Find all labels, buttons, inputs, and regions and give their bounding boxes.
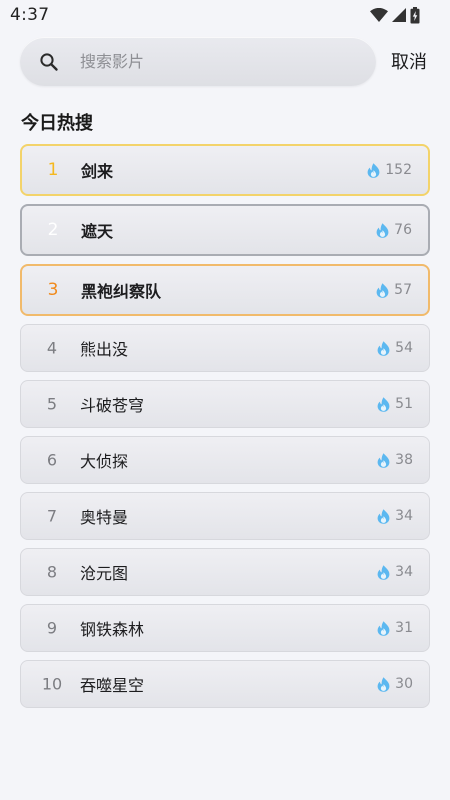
movie-title: 钢铁森林	[80, 620, 145, 639]
status-bar: 4:37	[0, 0, 450, 30]
movie-title: 斗破苍穹	[80, 396, 145, 415]
rank-number: 2	[47, 220, 59, 240]
flame-icon	[377, 340, 390, 356]
movie-title: 奥特曼	[80, 508, 129, 527]
rank-number: 4	[46, 338, 58, 358]
wifi-icon	[370, 8, 388, 22]
heat-indicator: 34	[377, 508, 413, 524]
heat-count: 57	[394, 282, 412, 298]
movie-title: 大侦探	[80, 452, 129, 471]
flame-icon	[377, 396, 390, 412]
heat-indicator: 34	[377, 564, 413, 580]
rank-number: 1	[47, 160, 59, 180]
cancel-button[interactable]: 取消	[391, 48, 427, 74]
flame-icon	[377, 452, 390, 468]
status-icons	[370, 6, 420, 24]
rank-number: 7	[46, 506, 58, 526]
flame-icon	[376, 282, 389, 298]
rank-number: 5	[46, 394, 58, 414]
battery-icon	[410, 6, 420, 23]
movie-title: 黑袍纠察队	[81, 282, 162, 301]
search-icon	[40, 53, 58, 71]
heat-indicator: 54	[377, 340, 413, 356]
heat-count: 30	[395, 676, 413, 692]
heat-count: 34	[395, 564, 413, 580]
section-title: 今日热搜	[21, 113, 93, 134]
heat-count: 51	[395, 396, 413, 412]
flame-icon	[377, 508, 390, 524]
flame-icon	[377, 620, 390, 636]
rank-number: 8	[46, 562, 58, 582]
hot-list-item[interactable]: 1 剑来 152	[20, 144, 430, 196]
status-time: 4:37	[10, 5, 50, 25]
hot-list-item[interactable]: 3 黑袍纠察队 57	[20, 264, 430, 316]
heat-count: 152	[385, 162, 412, 178]
movie-title: 熊出没	[80, 340, 129, 359]
heat-count: 76	[394, 222, 412, 238]
heat-indicator: 31	[377, 620, 413, 636]
hot-list-item[interactable]: 10 吞噬星空 30	[20, 660, 430, 708]
hot-list-item[interactable]: 6 大侦探 38	[20, 436, 430, 484]
rank-number: 9	[46, 618, 58, 638]
hot-list-item[interactable]: 2 遮天 76	[20, 204, 430, 256]
search-bar[interactable]	[20, 37, 376, 86]
flame-icon	[377, 676, 390, 692]
search-input[interactable]	[80, 37, 360, 86]
heat-indicator: 38	[377, 452, 413, 468]
flame-icon	[376, 222, 389, 238]
heat-indicator: 30	[377, 676, 413, 692]
heat-count: 54	[395, 340, 413, 356]
heat-indicator: 152	[367, 162, 412, 178]
flame-icon	[367, 162, 380, 178]
hot-list-item[interactable]: 5 斗破苍穹 51	[20, 380, 430, 428]
hot-list-item[interactable]: 8 沧元图 34	[20, 548, 430, 596]
heat-indicator: 51	[377, 396, 413, 412]
movie-title: 遮天	[81, 222, 114, 241]
hot-list-item[interactable]: 9 钢铁森林 31	[20, 604, 430, 652]
hot-search-list: 1 剑来 152 2 遮天 76 3 黑袍纠察队 57 4 熊出没 54 5 斗…	[20, 144, 430, 716]
heat-count: 31	[395, 620, 413, 636]
hot-list-item[interactable]: 7 奥特曼 34	[20, 492, 430, 540]
hot-list-item[interactable]: 4 熊出没 54	[20, 324, 430, 372]
heat-count: 34	[395, 508, 413, 524]
movie-title: 吞噬星空	[80, 676, 145, 695]
heat-indicator: 76	[376, 222, 412, 238]
movie-title: 沧元图	[80, 564, 129, 583]
flame-icon	[377, 564, 390, 580]
cell-signal-icon	[392, 8, 406, 22]
movie-title: 剑来	[81, 162, 114, 181]
rank-number: 10	[41, 674, 63, 694]
rank-number: 6	[46, 450, 58, 470]
heat-indicator: 57	[376, 282, 412, 298]
rank-number: 3	[47, 280, 59, 300]
heat-count: 38	[395, 452, 413, 468]
